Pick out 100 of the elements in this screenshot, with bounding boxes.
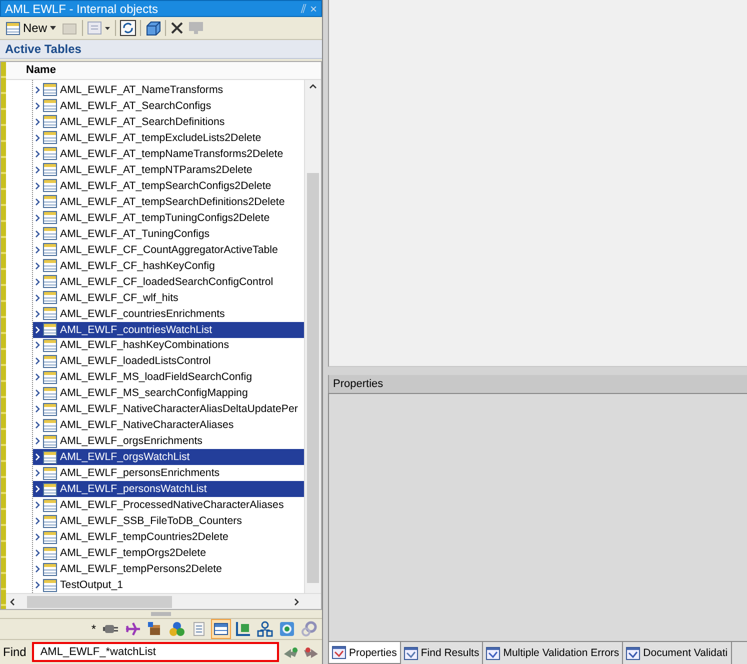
table-icon: [43, 83, 57, 96]
table-icon: [6, 22, 20, 34]
tree-item[interactable]: AML_EWLF_tempOrgs2Delete: [33, 545, 304, 562]
tree-item[interactable]: AML_EWLF_AT_tempNameTransforms2Delete: [33, 146, 304, 162]
table-icon: [43, 498, 57, 512]
scroll-right-icon[interactable]: [294, 598, 299, 606]
tree-item[interactable]: AML_EWLF_personsEnrichments: [33, 465, 304, 482]
diagram-icon[interactable]: [257, 621, 273, 637]
tree-item[interactable]: AML_EWLF_personsWatchList: [33, 481, 304, 498]
tree-item[interactable]: AML_EWLF_SSB_FileToDB_Counters: [33, 513, 304, 530]
tree-item[interactable]: AML_EWLF_tempCountries2Delete: [33, 529, 304, 546]
table-icon: [43, 211, 57, 224]
table-icon: [43, 131, 57, 144]
tree-item[interactable]: AML_EWLF_orgsEnrichments: [33, 433, 304, 450]
tree-item[interactable]: AML_EWLF_loadedListsControl: [33, 353, 304, 370]
table-icon: [43, 386, 57, 400]
find-previous-icon[interactable]: [303, 645, 319, 659]
scroll-up-icon[interactable]: [309, 84, 317, 89]
tree-item[interactable]: AML_EWLF_MS_searchConfigMapping: [33, 385, 304, 402]
table-icon: [43, 195, 57, 208]
plane-icon[interactable]: [125, 622, 141, 636]
find-label: Find: [3, 645, 26, 659]
tree-item[interactable]: AML_EWLF_AT_tempExcludeLists2Delete: [33, 130, 304, 146]
tree-item[interactable]: TestOutput_1: [33, 577, 304, 593]
box-icon[interactable]: [148, 622, 160, 635]
table-icon: [43, 578, 57, 592]
table-icon: [43, 434, 57, 448]
table-icon: [43, 227, 57, 240]
table-icon: [43, 482, 57, 496]
refresh-icon[interactable]: [120, 20, 136, 36]
window-icon: [404, 646, 418, 660]
table-icon: [43, 338, 57, 352]
new-button[interactable]: New: [4, 21, 58, 35]
tree-item[interactable]: AML_EWLF_AT_tempTuningConfigs2Delete: [33, 210, 304, 226]
table-icon: [43, 147, 57, 160]
globe-icon[interactable]: [280, 622, 294, 636]
table-icon: [43, 99, 57, 112]
caret-icon[interactable]: [50, 26, 56, 30]
tree-item[interactable]: AML_EWLF_CF_CountAggregatorActiveTable: [33, 242, 304, 258]
tree-item[interactable]: AML_EWLF_AT_TuningConfigs: [33, 226, 304, 242]
panel-tab[interactable]: Document Validati: [623, 642, 732, 664]
tree-item[interactable]: AML_EWLF_CF_hashKeyConfig: [33, 258, 304, 274]
tree-item[interactable]: AML_EWLF_hashKeyCombinations: [33, 338, 304, 354]
table-icon: [43, 243, 57, 256]
list-icon[interactable]: [87, 21, 112, 35]
table-icon: [43, 259, 57, 272]
splitter-grip[interactable]: [151, 612, 171, 616]
table-icon: [43, 354, 57, 368]
tree-item[interactable]: AML_EWLF_NativeCharacterAliasDeltaUpdatePer: [33, 401, 304, 418]
column-header: Name: [6, 62, 321, 80]
table-icon: [43, 530, 57, 544]
tree-item[interactable]: AML_EWLF_AT_SearchConfigs: [33, 98, 304, 114]
scroll-left-icon[interactable]: [10, 598, 15, 606]
plug-icon[interactable]: [103, 625, 118, 633]
tree-item[interactable]: AML_EWLF_CF_loadedSearchConfigControl: [33, 274, 304, 290]
tree-item[interactable]: AML_EWLF_CF_wlf_hits: [33, 290, 304, 306]
table-icon: [43, 466, 57, 480]
table-icon: [43, 562, 57, 576]
properties-title: Properties: [328, 375, 747, 393]
table-icon: [43, 115, 57, 128]
table-icon: [43, 275, 57, 288]
tree-item[interactable]: AML_EWLF_AT_tempNTParams2Delete: [33, 162, 304, 178]
tree-item[interactable]: AML_EWLF_AT_tempSearchConfigs2Delete: [33, 178, 304, 194]
table-icon: [43, 546, 57, 560]
document-icon[interactable]: [194, 622, 204, 636]
panel-tab[interactable]: Find Results: [400, 642, 484, 664]
table-icon: [43, 370, 57, 384]
delete-icon[interactable]: [170, 21, 184, 35]
table-icon: [43, 291, 57, 304]
tree-item[interactable]: AML_EWLF_orgsWatchList: [33, 449, 304, 466]
tree-item[interactable]: AML_EWLF_NativeCharacterAliases: [33, 417, 304, 434]
table-icon: [43, 163, 57, 176]
tree-item[interactable]: AML_EWLF_countriesEnrichments: [33, 306, 304, 322]
vertical-scrollbar[interactable]: [304, 80, 321, 593]
cube-icon[interactable]: [145, 20, 162, 36]
table-icon: [43, 402, 57, 416]
tree-item[interactable]: AML_EWLF_tempPersons2Delete: [33, 561, 304, 578]
find-field[interactable]: AML_EWLF_*watchList: [32, 642, 280, 662]
panel-tab[interactable]: Multiple Validation Errors: [483, 642, 624, 664]
shapes-icon[interactable]: [170, 622, 184, 636]
star-label: *: [91, 622, 96, 636]
window-icon: [626, 646, 640, 660]
panel-title: AML EWLF - Internal objects: [5, 2, 159, 16]
tree-item[interactable]: AML_EWLF_ProcessedNativeCharacterAliases: [33, 497, 304, 514]
tree-item[interactable]: AML_EWLF_AT_tempSearchDefinitions2Delete: [33, 194, 304, 210]
horizontal-scrollbar[interactable]: [6, 593, 321, 609]
table-icon[interactable]: [214, 623, 228, 635]
tree-item[interactable]: AML_EWLF_MS_loadFieldSearchConfig: [33, 369, 304, 386]
panel-tab[interactable]: Properties: [328, 642, 401, 664]
section-title: Active Tables: [0, 40, 322, 59]
find-next-icon[interactable]: [283, 645, 300, 659]
window-icon: [332, 646, 346, 659]
tree-item[interactable]: AML_EWLF_AT_NameTransforms: [33, 82, 304, 98]
table-icon: [43, 323, 57, 336]
table-icon: [43, 179, 57, 192]
table-icon: [43, 418, 57, 432]
chart-icon[interactable]: [236, 622, 250, 636]
tree-item[interactable]: AML_EWLF_AT_SearchDefinitions: [33, 114, 304, 130]
tree-item[interactable]: AML_EWLF_countriesWatchList: [33, 322, 304, 338]
table-icon: [43, 514, 57, 528]
